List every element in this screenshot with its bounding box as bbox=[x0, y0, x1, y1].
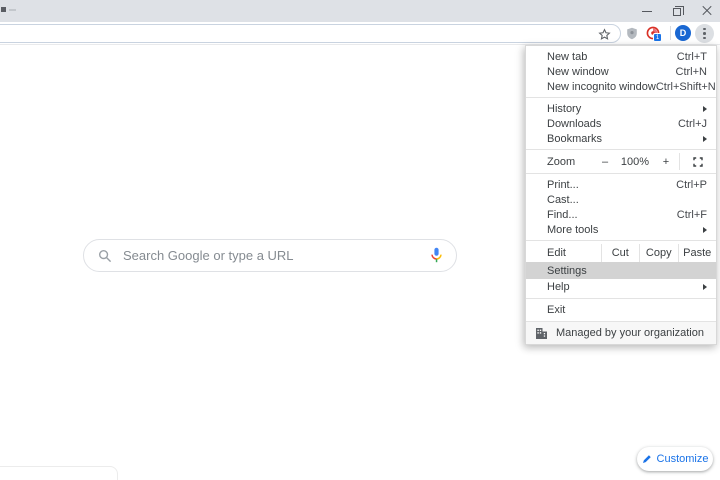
minimize-icon bbox=[641, 10, 652, 12]
edit-cut-button[interactable]: Cut bbox=[600, 244, 640, 262]
menu-dot bbox=[703, 27, 706, 31]
menu-item-new-tab[interactable]: New tab Ctrl+T bbox=[526, 49, 716, 64]
menu-separator bbox=[526, 298, 716, 299]
restore-icon bbox=[672, 5, 684, 16]
extension-badge: 1 bbox=[653, 33, 662, 42]
submenu-arrow-icon bbox=[703, 284, 707, 290]
menu-separator bbox=[526, 97, 716, 98]
voice-search-mic-icon[interactable] bbox=[430, 247, 443, 264]
menu-item-bookmarks[interactable]: Bookmarks bbox=[526, 131, 716, 146]
menu-item-cast[interactable]: Cast... bbox=[526, 192, 716, 207]
browser-window: 1 D Customize bbox=[0, 0, 720, 480]
customize-label: Customize bbox=[656, 453, 709, 465]
search-icon bbox=[98, 249, 112, 262]
menu-item-more-tools[interactable]: More tools bbox=[526, 222, 716, 237]
menu-separator bbox=[526, 173, 716, 174]
menu-item-new-window[interactable]: New window Ctrl+N bbox=[526, 64, 716, 79]
menu-item-find[interactable]: Find... Ctrl+F bbox=[526, 207, 716, 222]
titlebar bbox=[0, 0, 720, 22]
customize-button[interactable]: Customize bbox=[637, 447, 713, 471]
menu-item-print[interactable]: Print... Ctrl+P bbox=[526, 177, 716, 192]
zoom-in-button[interactable]: + bbox=[653, 153, 679, 170]
edit-paste-button[interactable]: Paste bbox=[677, 244, 717, 262]
edit-copy-button[interactable]: Copy bbox=[639, 244, 678, 262]
menu-item-history[interactable]: History bbox=[526, 101, 716, 116]
search-input[interactable] bbox=[123, 248, 430, 263]
toolbar: 1 D bbox=[0, 22, 720, 45]
menu-edit-row: Edit Cut Copy Paste bbox=[526, 244, 716, 262]
browser-menu-button[interactable] bbox=[695, 24, 714, 43]
edit-label: Edit bbox=[547, 247, 566, 259]
omnibox[interactable] bbox=[0, 24, 621, 43]
fullscreen-icon bbox=[693, 156, 703, 167]
menu-item-downloads[interactable]: Downloads Ctrl+J bbox=[526, 116, 716, 131]
menu-item-exit[interactable]: Exit bbox=[526, 302, 716, 318]
submenu-arrow-icon bbox=[703, 226, 707, 233]
zoom-label: Zoom bbox=[547, 155, 576, 168]
submenu-arrow-icon bbox=[703, 135, 707, 142]
close-button[interactable] bbox=[692, 0, 720, 22]
pencil-icon bbox=[642, 455, 651, 463]
zoom-level-value: 100% bbox=[620, 155, 650, 168]
extension-pinwheel-icon[interactable]: 1 bbox=[645, 25, 662, 42]
organization-building-icon bbox=[536, 328, 547, 339]
close-icon bbox=[702, 6, 712, 16]
managed-label: Managed by your organization bbox=[556, 327, 704, 339]
restore-button[interactable] bbox=[662, 0, 691, 22]
menu-item-settings[interactable]: Settings bbox=[526, 262, 716, 279]
tab-title-remnant bbox=[9, 9, 16, 11]
browser-menu: New tab Ctrl+T New window Ctrl+N New inc… bbox=[525, 45, 717, 345]
toolbar-divider bbox=[670, 26, 671, 40]
menu-zoom-row: Zoom – 100% + bbox=[526, 153, 716, 170]
tab-favicon-remnant bbox=[1, 7, 6, 12]
menu-separator bbox=[526, 149, 716, 150]
minimize-button[interactable] bbox=[632, 0, 661, 22]
managed-by-organization-row[interactable]: Managed by your organization bbox=[526, 321, 716, 344]
menu-dot bbox=[703, 32, 706, 35]
menu-dot bbox=[703, 36, 706, 40]
extension-shield-icon[interactable] bbox=[624, 25, 640, 41]
fullscreen-button[interactable] bbox=[680, 153, 716, 170]
bookmark-star-icon[interactable] bbox=[598, 28, 611, 41]
zoom-out-button[interactable]: – bbox=[593, 153, 617, 170]
profile-avatar[interactable]: D bbox=[675, 25, 691, 41]
submenu-arrow-icon bbox=[703, 105, 707, 112]
shortcut-card-partial[interactable] bbox=[0, 466, 118, 480]
google-search-box[interactable] bbox=[83, 239, 457, 272]
menu-item-new-incognito-window[interactable]: New incognito window Ctrl+Shift+N bbox=[526, 79, 716, 94]
menu-separator bbox=[526, 240, 716, 241]
menu-item-help[interactable]: Help bbox=[526, 279, 716, 295]
